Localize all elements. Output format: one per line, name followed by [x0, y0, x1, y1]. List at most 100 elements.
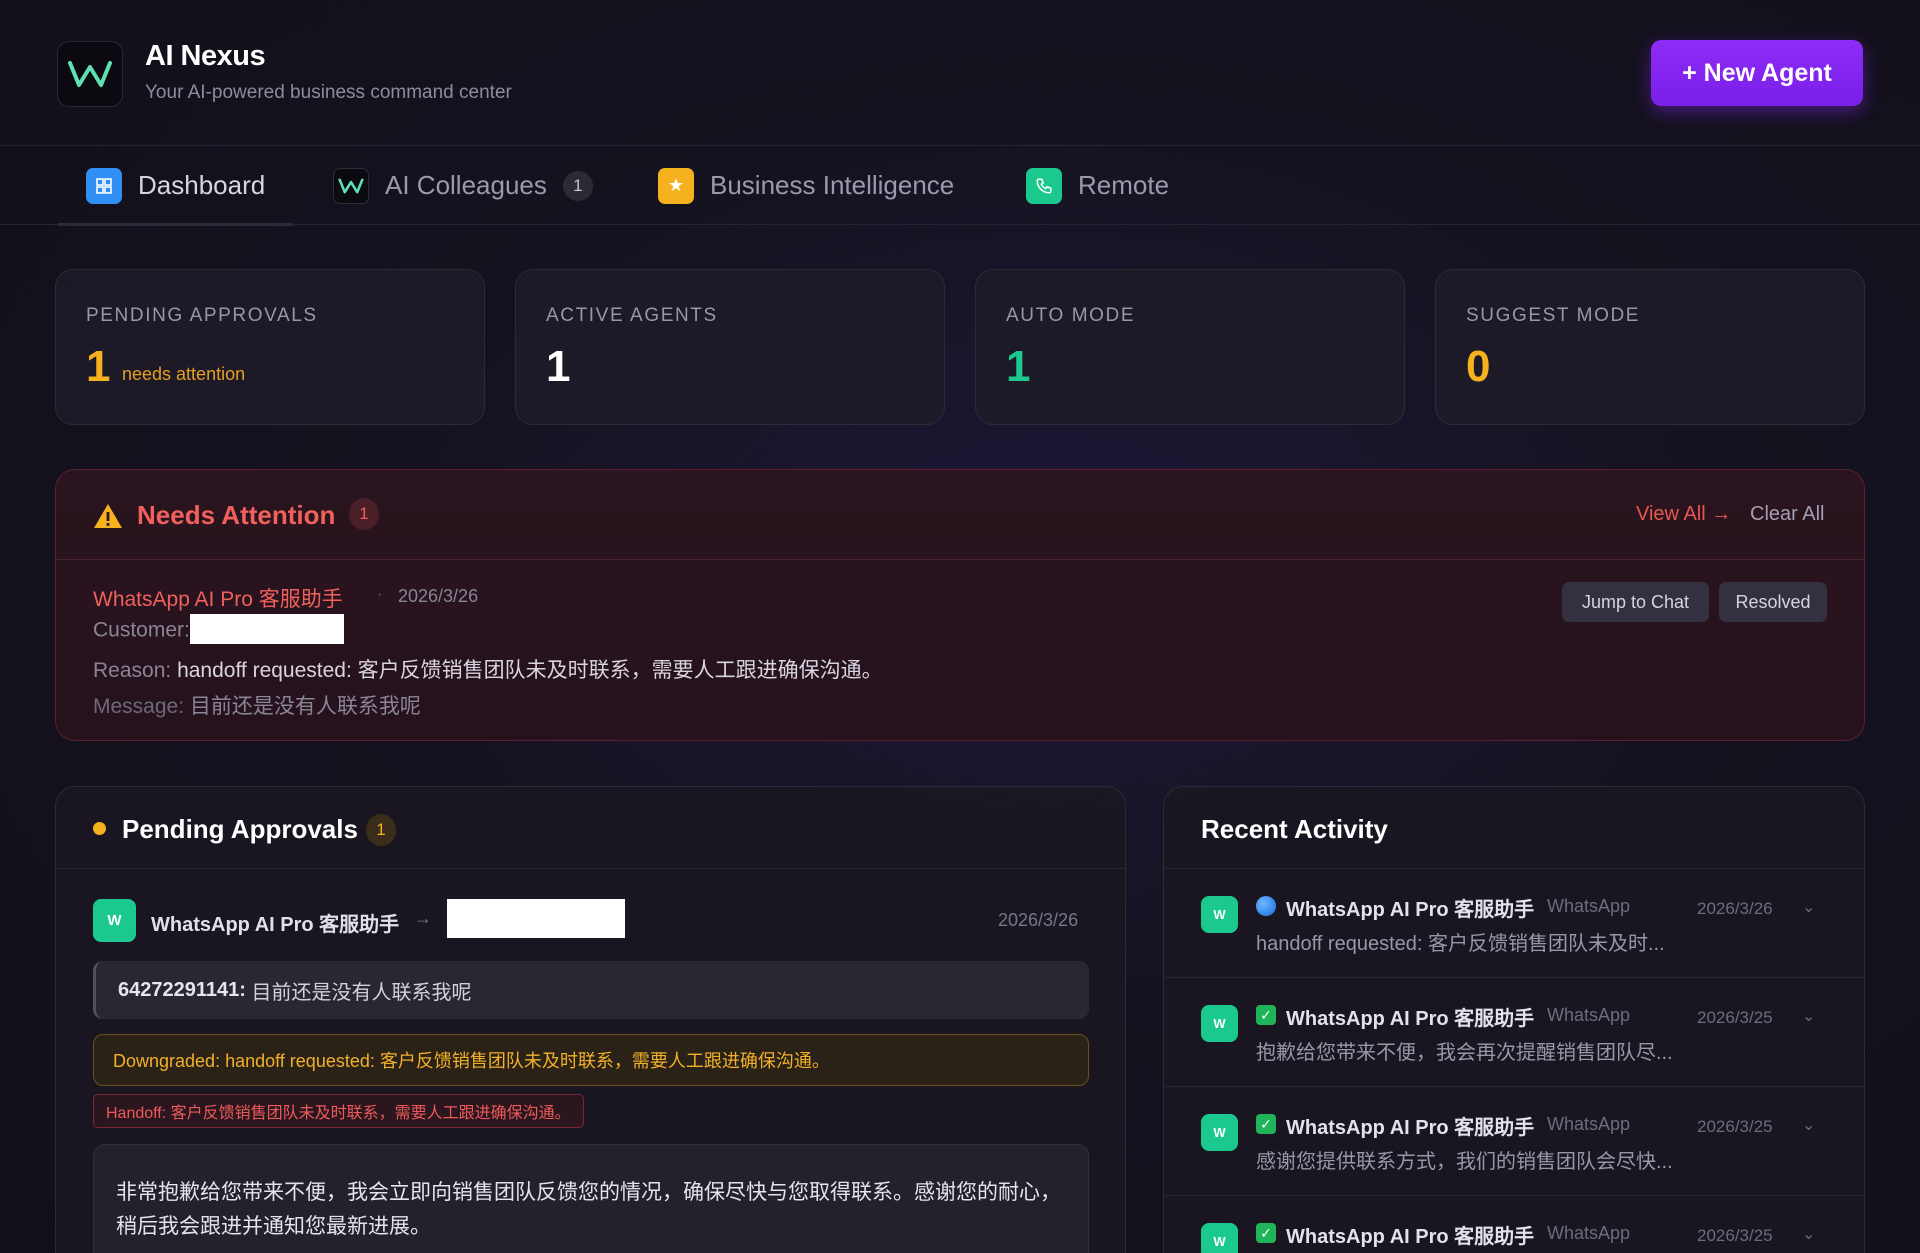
chevron-down-icon[interactable]: ⌄ [1802, 897, 1815, 917]
new-agent-button[interactable]: + New Agent [1651, 40, 1863, 106]
stat-value: 0 [1466, 342, 1491, 391]
reason-label: Reason: [93, 659, 172, 682]
tab-remote[interactable]: Remote [1026, 146, 1169, 225]
reason-text: handoff requested: 客户反馈销售团队未及时联系，需要人工跟进确… [177, 659, 883, 682]
arrow-right-icon: → [414, 908, 432, 928]
agent-avatar-icon: W [1201, 1114, 1238, 1151]
stat-note: needs attention [122, 364, 246, 384]
tab-ai-colleagues[interactable]: AI Colleagues 1 [333, 146, 593, 225]
needs-attention-title: Needs Attention [137, 500, 336, 530]
status-dot-icon [93, 822, 106, 835]
agent-avatar-icon: W [93, 899, 136, 942]
tab-label: AI Colleagues [385, 170, 547, 200]
stat-card-suggest-mode: SUGGEST MODE 0 [1435, 269, 1865, 425]
attention-agent-name: WhatsApp AI Pro 客服助手 [93, 588, 343, 611]
jump-to-chat-button[interactable]: Jump to Chat [1562, 582, 1709, 622]
pending-count-badge: 1 [366, 814, 396, 846]
stat-value: 1 [1006, 342, 1031, 391]
activity-channel: WhatsApp [1547, 896, 1631, 916]
separator-dot: · [377, 586, 383, 603]
check-icon: ✓ [1256, 1223, 1276, 1243]
w-logo-icon [333, 167, 369, 204]
blue-dot-icon [1256, 896, 1276, 916]
tab-count-badge: 1 [562, 170, 593, 201]
suggested-reply[interactable]: 非常抱歉给您带来不便，我会立即向销售团队反馈您的情况，确保尽快与您取得联系。感谢… [93, 1144, 1089, 1253]
app-logo [57, 41, 123, 107]
phone-icon [1026, 167, 1062, 204]
star-icon: ★ [658, 167, 694, 204]
stat-card-pending-approvals: PENDING APPROVALS 1 needs attention [55, 269, 485, 425]
tab-business-intelligence[interactable]: ★ Business Intelligence [658, 146, 954, 225]
handoff-tag: Handoff: 客户反馈销售团队未及时联系，需要人工跟进确保沟通。 [93, 1094, 584, 1128]
message-label: Message: [93, 695, 185, 718]
activity-text: 感谢您提供联系方式，我们的销售团队会尽快... [1256, 1151, 1673, 1173]
activity-item[interactable]: W ✓ WhatsApp AI Pro 客服助手 WhatsApp 2026/3… [1164, 1087, 1864, 1196]
stat-label: PENDING APPROVALS [86, 305, 318, 326]
attention-customer: Customer: [93, 614, 344, 644]
recent-activity-title: Recent Activity [1201, 814, 1388, 844]
agent-avatar-icon: W [1201, 1005, 1238, 1042]
pending-approvals-title: Pending Approvals [122, 814, 358, 844]
grid-icon [86, 167, 122, 204]
quote-text: 目前还是没有人联系我呢 [251, 981, 472, 1004]
activity-channel: WhatsApp [1547, 1114, 1631, 1134]
app-subtitle: Your AI-powered business command center [145, 82, 512, 103]
attention-date: 2026/3/26 [398, 586, 479, 606]
activity-date: 2026/3/25 [1697, 1226, 1773, 1245]
chevron-down-icon[interactable]: ⌄ [1802, 1115, 1815, 1135]
agent-avatar-icon: W [1201, 1223, 1238, 1253]
chevron-down-icon[interactable]: ⌄ [1802, 1224, 1815, 1244]
stat-card-active-agents: ACTIVE AGENTS 1 [515, 269, 945, 425]
activity-text: handoff requested: 客户反馈销售团队未及时... [1256, 933, 1665, 955]
redacted-recipient [447, 899, 625, 938]
pending-approvals-panel: Pending Approvals 1 W WhatsApp AI Pro 客服… [55, 786, 1126, 1253]
customer-label: Customer: [93, 618, 190, 642]
redacted-customer [189, 614, 344, 644]
activity-channel: WhatsApp [1547, 1223, 1631, 1243]
activity-date: 2026/3/25 [1697, 1117, 1773, 1136]
activity-item[interactable]: W WhatsApp AI Pro 客服助手 WhatsApp 2026/3/2… [1164, 869, 1864, 978]
app-header: AI Nexus Your AI-powered business comman… [0, 0, 1920, 146]
clear-all-button[interactable]: Clear All [1750, 503, 1824, 526]
check-icon: ✓ [1256, 1114, 1276, 1134]
activity-channel: WhatsApp [1547, 1005, 1631, 1025]
activity-date: 2026/3/25 [1697, 1008, 1773, 1027]
pending-date: 2026/3/26 [998, 910, 1079, 930]
activity-agent-name: WhatsApp AI Pro 客服助手 [1286, 1008, 1535, 1030]
w-logo-icon [68, 61, 112, 87]
tab-label: Remote [1078, 170, 1170, 200]
recent-activity-header: Recent Activity [1164, 787, 1864, 869]
app-title: AI Nexus [145, 40, 266, 72]
chevron-down-icon[interactable]: ⌄ [1802, 1006, 1815, 1026]
activity-date: 2026/3/26 [1697, 899, 1773, 918]
activity-agent-name: WhatsApp AI Pro 客服助手 [1286, 899, 1535, 921]
stat-value: 1 [546, 342, 571, 391]
agent-avatar-icon: W [1201, 896, 1238, 933]
stat-label: SUGGEST MODE [1466, 305, 1641, 326]
pending-approvals-header: Pending Approvals 1 [56, 787, 1125, 869]
needs-attention-header: Needs Attention 1 View All → Clear All [56, 470, 1864, 560]
needs-attention-count-badge: 1 [349, 498, 379, 530]
activity-agent-name: WhatsApp AI Pro 客服助手 [1286, 1226, 1535, 1248]
attention-message: Message: 目前还是没有人联系我呢 [93, 690, 421, 720]
quote-sender: 64272291141: [118, 978, 246, 1001]
stat-label: ACTIVE AGENTS [546, 305, 718, 326]
activity-agent-name: WhatsApp AI Pro 客服助手 [1286, 1117, 1535, 1139]
view-all-link[interactable]: View All → [1636, 503, 1731, 526]
customer-message-quote: 64272291141: 目前还是没有人联系我呢 [93, 961, 1089, 1019]
tab-label: Business Intelligence [710, 170, 955, 200]
stat-value: 1 [86, 342, 111, 391]
stat-card-auto-mode: AUTO MODE 1 [975, 269, 1405, 425]
pending-agent-name: WhatsApp AI Pro 客服助手 [151, 914, 400, 936]
stat-label: AUTO MODE [1006, 305, 1136, 326]
activity-item[interactable]: W ✓ WhatsApp AI Pro 客服助手 WhatsApp 2026/3… [1164, 978, 1864, 1087]
resolved-button[interactable]: Resolved [1719, 582, 1827, 622]
warning-icon [94, 504, 122, 528]
tab-dashboard[interactable]: Dashboard [57, 146, 294, 226]
activity-item[interactable]: W ✓ WhatsApp AI Pro 客服助手 WhatsApp 2026/3… [1164, 1196, 1864, 1253]
attention-reason: Reason: handoff requested: 客户反馈销售团队未及时联系… [93, 654, 883, 684]
downgraded-notice: Downgraded: handoff requested: 客户反馈销售团队未… [93, 1034, 1089, 1086]
needs-attention-panel: Needs Attention 1 View All → Clear All W… [55, 469, 1865, 741]
activity-text: 抱歉给您带来不便，我会再次提醒销售团队尽... [1256, 1042, 1673, 1064]
message-text: 目前还是没有人联系我呢 [189, 695, 421, 718]
